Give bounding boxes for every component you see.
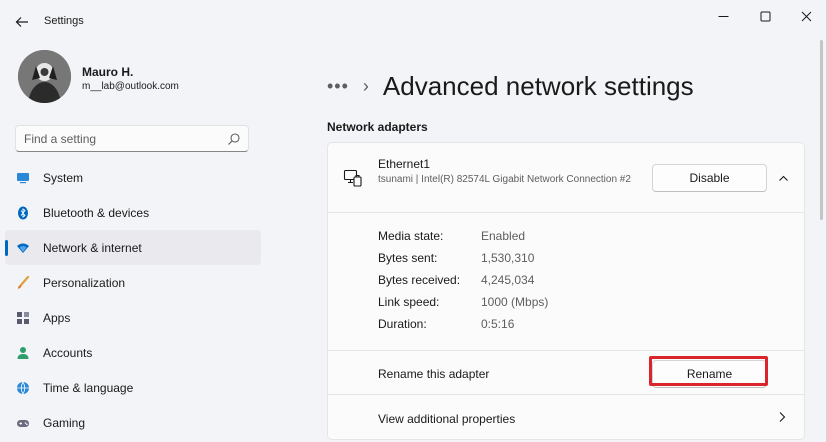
sidebar-item-system[interactable]: System bbox=[5, 160, 261, 195]
breadcrumb: ••• › Advanced network settings bbox=[327, 68, 694, 104]
property-row: Bytes received: 4,245,034 bbox=[378, 269, 678, 291]
sidebar-item-apps[interactable]: Apps bbox=[5, 300, 261, 335]
sidebar-nav: System Bluetooth & devices Network & int… bbox=[5, 160, 261, 440]
profile-name: Mauro H. bbox=[82, 65, 134, 79]
system-icon bbox=[15, 170, 31, 186]
accounts-icon bbox=[15, 345, 31, 361]
sidebar-item-label: Time & language bbox=[43, 380, 134, 395]
property-key: Bytes sent: bbox=[378, 251, 438, 265]
sidebar-item-label: Accounts bbox=[43, 345, 93, 360]
property-key: Duration: bbox=[378, 317, 427, 331]
chevron-right-icon: › bbox=[362, 75, 369, 96]
search-box[interactable] bbox=[15, 125, 249, 152]
sidebar-item-bluetooth[interactable]: Bluetooth & devices bbox=[5, 195, 261, 230]
minimize-icon bbox=[718, 15, 728, 17]
page-title: Advanced network settings bbox=[382, 70, 694, 101]
view-additional-properties[interactable]: View additional properties bbox=[328, 395, 804, 439]
avatar bbox=[18, 50, 71, 103]
disable-button[interactable]: Disable bbox=[652, 164, 767, 192]
property-row: Link speed: 1000 (Mbps) bbox=[378, 291, 678, 313]
minimize-button[interactable] bbox=[705, 4, 741, 28]
property-key: Media state: bbox=[378, 229, 444, 243]
close-button[interactable] bbox=[788, 4, 824, 28]
scrollbar[interactable] bbox=[820, 40, 823, 220]
section-title: Network adapters bbox=[327, 120, 428, 134]
maximize-button[interactable] bbox=[747, 4, 783, 28]
wifi-icon bbox=[15, 240, 31, 256]
property-row: Duration: 0:5:16 bbox=[378, 313, 678, 335]
property-key: Link speed: bbox=[378, 295, 440, 309]
bluetooth-icon bbox=[15, 205, 31, 221]
settings-window: Settings Mauro H. m__lab@outlook.com Fin… bbox=[0, 0, 827, 442]
chevron-up-icon bbox=[778, 175, 788, 181]
property-value: Enabled bbox=[481, 229, 526, 243]
property-row: Media state: Enabled bbox=[378, 225, 678, 247]
user-profile[interactable]: Mauro H. m__lab@outlook.com bbox=[18, 50, 258, 106]
sidebar-item-personalization[interactable]: Personalization bbox=[5, 265, 261, 300]
adapter-properties: Media state: Enabled Bytes sent: 1,530,3… bbox=[328, 213, 804, 351]
rename-row: Rename this adapter Rename bbox=[328, 351, 804, 395]
property-value: 1,530,310 bbox=[481, 251, 535, 265]
close-icon bbox=[801, 11, 811, 21]
globe-icon bbox=[15, 380, 31, 396]
sidebar-item-gaming[interactable]: Gaming bbox=[5, 405, 261, 440]
collapse-button[interactable] bbox=[772, 167, 794, 189]
back-button[interactable] bbox=[10, 10, 34, 34]
sidebar-item-time-language[interactable]: Time & language bbox=[5, 370, 261, 405]
avatar-image bbox=[18, 50, 71, 103]
maximize-icon bbox=[760, 11, 770, 21]
profile-email: m__lab@outlook.com bbox=[82, 81, 179, 92]
search-icon[interactable] bbox=[227, 132, 241, 146]
property-row: Bytes sent: 1,530,310 bbox=[378, 247, 678, 269]
property-value: 4,245,034 bbox=[481, 273, 535, 287]
gaming-icon bbox=[15, 415, 31, 431]
title-bar: Settings bbox=[0, 0, 827, 42]
sidebar-item-label: Gaming bbox=[43, 415, 86, 430]
breadcrumb-more-button[interactable]: ••• bbox=[327, 76, 349, 97]
sidebar-item-label: Apps bbox=[43, 310, 71, 325]
adapter-header[interactable]: Ethernet1 tsunami | Intel(R) 82574L Giga… bbox=[328, 143, 804, 213]
search-input[interactable] bbox=[24, 131, 224, 147]
rename-button[interactable]: Rename bbox=[652, 360, 767, 388]
more-label: View additional properties bbox=[378, 412, 516, 426]
brush-icon bbox=[15, 275, 31, 291]
chevron-right-icon bbox=[779, 412, 786, 422]
property-value: 0:5:16 bbox=[481, 317, 515, 331]
ethernet-icon bbox=[343, 169, 362, 187]
sidebar-item-label: Bluetooth & devices bbox=[43, 205, 150, 220]
sidebar-item-label: Network & internet bbox=[43, 240, 142, 255]
app-title: Settings bbox=[44, 15, 84, 27]
apps-icon bbox=[15, 310, 31, 326]
rename-label: Rename this adapter bbox=[378, 367, 490, 381]
adapter-card: Ethernet1 tsunami | Intel(R) 82574L Giga… bbox=[327, 142, 805, 440]
sidebar-item-label: System bbox=[43, 170, 84, 185]
adapter-name: Ethernet1 bbox=[378, 157, 431, 171]
back-arrow-icon bbox=[15, 17, 28, 27]
sidebar-item-accounts[interactable]: Accounts bbox=[5, 335, 261, 370]
property-value: 1000 (Mbps) bbox=[481, 295, 549, 309]
property-key: Bytes received: bbox=[378, 273, 461, 287]
sidebar-item-label: Personalization bbox=[43, 275, 126, 290]
adapter-description: tsunami | Intel(R) 82574L Gigabit Networ… bbox=[378, 174, 631, 185]
sidebar-item-network[interactable]: Network & internet bbox=[5, 230, 261, 265]
